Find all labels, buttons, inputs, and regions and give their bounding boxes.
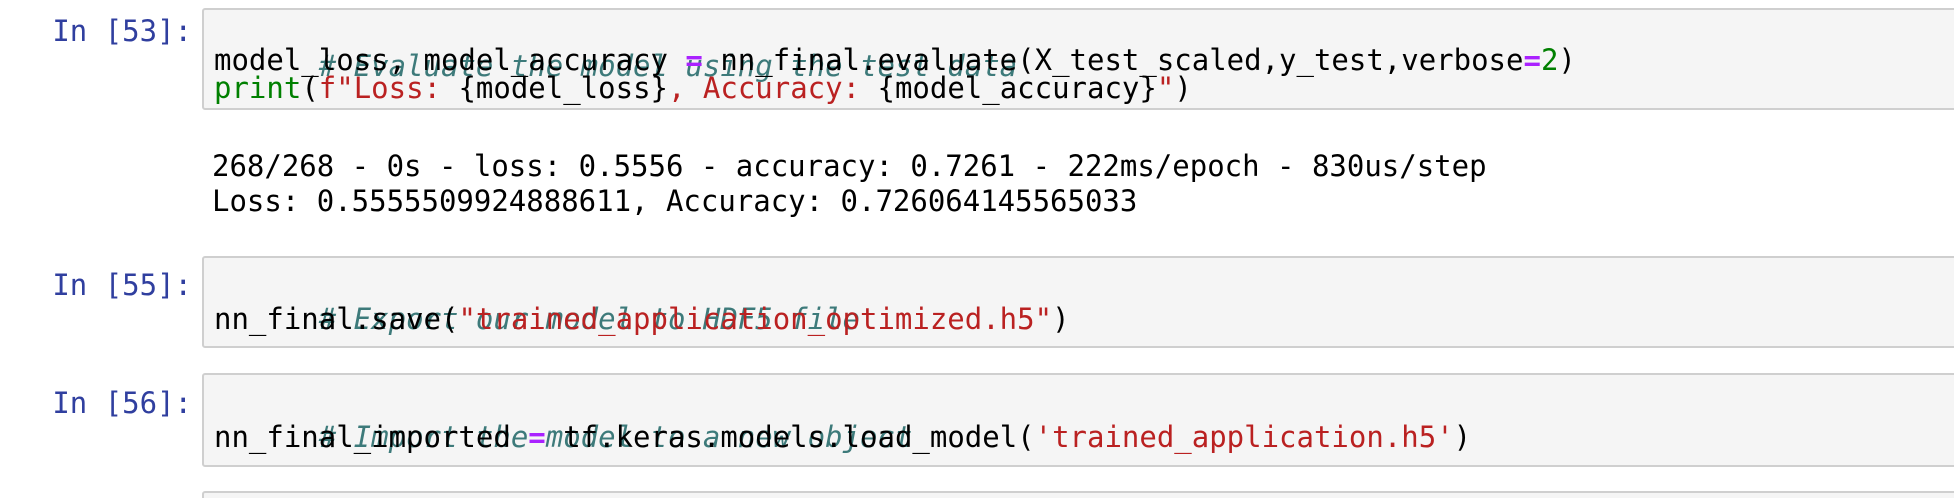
cell-prompt: In [53]: — [52, 14, 192, 48]
code-token: nn_final.save( — [214, 302, 459, 336]
code-token: tf.keras.models.load_model( — [545, 420, 1035, 454]
code-line-save: nn_final.save("trained_application_optim… — [214, 302, 1070, 336]
code-line-comment: # Import the model to a new object — [214, 386, 913, 454]
string-token: 'trained_application.h5' — [1034, 420, 1454, 454]
output-line: Loss: 0.5555509924888611, Accuracy: 0.72… — [212, 184, 1138, 218]
output-line: 268/268 - 0s - loss: 0.5556 - accuracy: … — [212, 149, 1487, 183]
operator-token: = — [528, 420, 546, 454]
code-token: ) — [1558, 43, 1576, 77]
code-line-load: nn_final_imported = tf.keras.models.load… — [214, 420, 1471, 454]
code-line-comment: # Export our model to HDF5 file — [214, 268, 860, 336]
code-line-print: print(f"Loss: {model_loss}, Accuracy: {m… — [214, 71, 1192, 105]
operator-token: = — [1523, 43, 1541, 77]
code-input-area[interactable]: # Evaluate the model using the test data… — [202, 8, 1954, 110]
code-input-area[interactable]: # Export our model to HDF5 file nn_final… — [202, 256, 1954, 348]
code-input-area[interactable]: # Import the model to a new object nn_fi… — [202, 373, 1954, 467]
code-token: {model_loss} — [458, 71, 668, 105]
cell-prompt: In [55]: — [52, 268, 192, 302]
code-token: nn_final_imported — [214, 420, 529, 454]
code-token: {model_accuracy} — [877, 71, 1157, 105]
code-token: ) — [1453, 420, 1472, 454]
string-token: f"Loss: — [318, 71, 459, 105]
number-token: 2 — [1540, 43, 1559, 77]
code-token: ) — [1052, 302, 1070, 336]
code-token: ) — [1174, 71, 1192, 105]
code-token: ( — [301, 71, 319, 105]
string-token: "trained_application_optimized.h5" — [458, 302, 1053, 336]
string-token: " — [1156, 71, 1175, 105]
builtin-token: print — [214, 71, 302, 105]
code-input-area[interactable] — [202, 491, 1954, 498]
cell-prompt: In [56]: — [52, 386, 192, 420]
string-token: , Accuracy: — [667, 71, 878, 105]
